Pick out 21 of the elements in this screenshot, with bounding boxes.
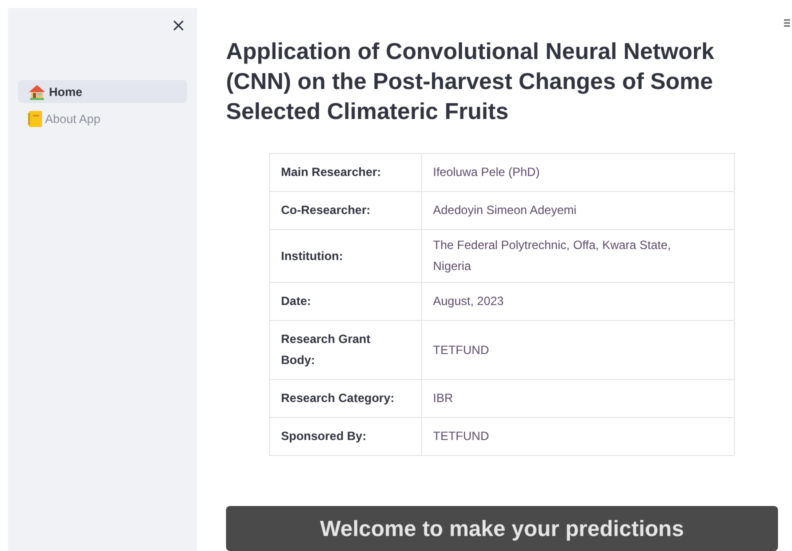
table-cell: IBR	[422, 380, 734, 418]
house-icon	[28, 84, 46, 100]
menu-button[interactable]	[784, 18, 790, 28]
table-cell: August, 2023	[422, 282, 734, 320]
notebook-icon	[28, 110, 42, 126]
close-button[interactable]	[171, 18, 185, 32]
table-cell: TETFUND	[422, 418, 734, 456]
sidebar-item[interactable]: Home	[18, 80, 187, 103]
table-cell: Ifeoluwa Pele (PhD)	[422, 154, 734, 192]
table-cell: Research Category:	[270, 380, 422, 418]
table-cell: Research Grant Body:	[270, 320, 422, 380]
table-cell: Institution:	[270, 230, 422, 282]
table-cell: The Federal Polytrechnic, Offa, Kwara State, Nigeria	[422, 230, 734, 282]
table-cell: Date:	[270, 282, 422, 320]
table-cell: Main Researcher:	[270, 154, 422, 192]
page-title: Application of Convolutional Neural Network (CNN) on the Post-harvest Changes of Some Selected Climateric Fruits	[226, 37, 716, 126]
table-cell: Adedoyin Simeon Adeyemi	[422, 192, 734, 230]
table-cell: TETFUND	[422, 320, 734, 380]
welcome-banner: Welcome to make your predictions	[226, 506, 778, 551]
table-cell: Sponsored By:	[270, 418, 422, 456]
table-cell: Co-Researcher:	[270, 192, 422, 230]
